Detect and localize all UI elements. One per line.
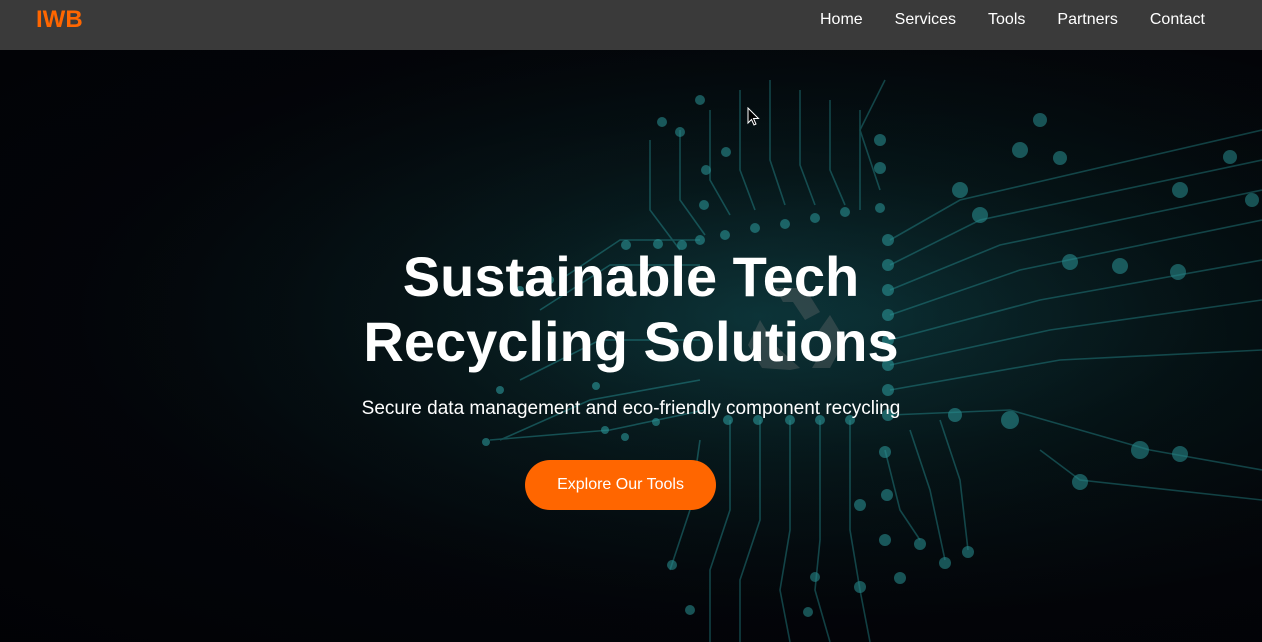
hero-title: Sustainable Tech Recycling Solutions bbox=[231, 244, 1031, 374]
hero-subtitle: Secure data management and eco-friendly … bbox=[361, 398, 901, 419]
nav-link-tools[interactable]: Tools bbox=[988, 10, 1025, 30]
explore-tools-button[interactable]: Explore Our Tools bbox=[525, 460, 716, 510]
hero-title-line2: Recycling Solutions bbox=[363, 310, 899, 373]
nav-links: Home Services Tools Partners Contact bbox=[788, 10, 1205, 30]
nav-link-services[interactable]: Services bbox=[895, 10, 956, 30]
nav-link-contact[interactable]: Contact bbox=[1150, 10, 1205, 30]
logo[interactable]: IWB bbox=[36, 6, 83, 34]
hero-content: Sustainable Tech Recycling Solutions Sec… bbox=[0, 50, 1262, 642]
nav-link-home[interactable]: Home bbox=[820, 10, 863, 30]
hero-section: Sustainable Tech Recycling Solutions Sec… bbox=[0, 50, 1262, 642]
mouse-cursor-icon bbox=[747, 107, 760, 126]
nav-link-partners[interactable]: Partners bbox=[1057, 10, 1117, 30]
hero-title-line1: Sustainable Tech bbox=[402, 245, 860, 308]
navbar: IWB Home Services Tools Partners Contact bbox=[0, 0, 1262, 50]
